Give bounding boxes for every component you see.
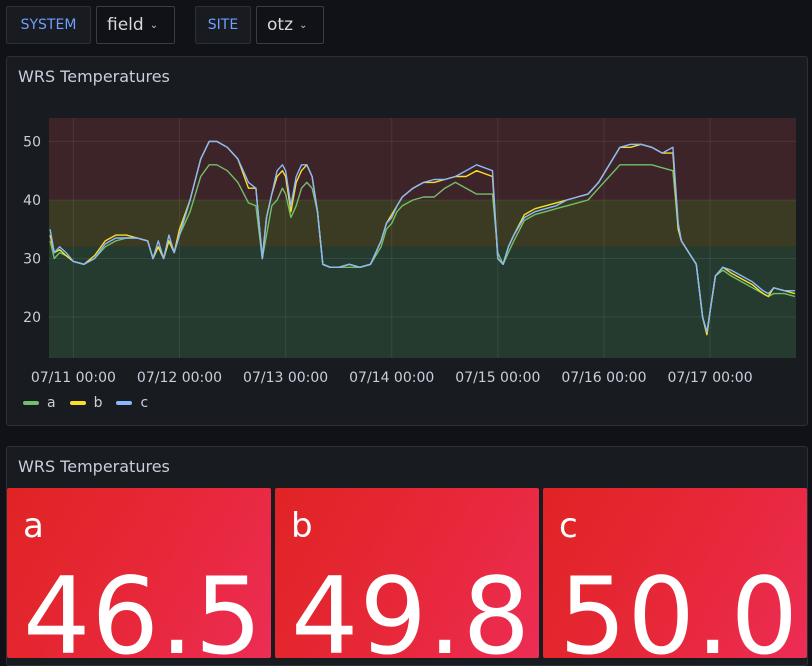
site-variable-value: otz (267, 15, 293, 35)
y-tick-label: 30 (23, 251, 41, 267)
legend-item-a[interactable]: a (23, 395, 56, 411)
stat-value: 50.0 (559, 555, 800, 658)
legend-label-b: b (93, 395, 103, 411)
stat-value: 46.5 (23, 555, 264, 658)
stat-value: 49.8 (291, 555, 532, 658)
temperature-chart[interactable]: 20 30 40 50 07/11 00:00 07/12 00:00 07/13 00:0… (7, 57, 807, 386)
stat-tile-a: a 46.5 (7, 488, 271, 658)
chevron-down-icon: ⌄ (299, 19, 308, 31)
x-tick-label: 07/12 00:00 (137, 370, 222, 386)
legend-swatch-c (116, 401, 133, 405)
threshold-band-green (49, 246, 796, 358)
site-variable-select[interactable]: otz ⌄ (256, 6, 324, 44)
x-tick-label: 07/17 00:00 (667, 370, 752, 386)
stat-name: c (559, 506, 578, 546)
threshold-band-red (49, 118, 796, 200)
y-tick-label: 40 (23, 193, 41, 209)
stat-tile-c: c 50.0 (543, 488, 807, 658)
legend-swatch-a (23, 401, 39, 405)
legend-swatch-b (69, 401, 86, 405)
chart-legend: a b c (23, 395, 148, 411)
panel-title[interactable]: WRS Temperatures (18, 457, 170, 476)
site-variable-label: SITE (195, 6, 251, 44)
system-variable-value: field (107, 15, 144, 35)
stat-name: a (23, 506, 44, 546)
legend-label-c: c (140, 395, 149, 411)
legend-item-b[interactable]: b (69, 395, 103, 411)
threshold-band-yellow (49, 199, 796, 247)
y-tick-label: 20 (23, 310, 41, 326)
system-variable-select[interactable]: field ⌄ (96, 6, 175, 44)
y-tick-label: 50 (23, 134, 41, 150)
x-tick-label: 07/11 00:00 (31, 370, 116, 386)
x-tick-label: 07/16 00:00 (561, 370, 646, 386)
stat-tile-b: b 49.8 (275, 488, 539, 658)
x-tick-label: 07/15 00:00 (455, 370, 540, 386)
x-tick-label: 07/14 00:00 (349, 370, 434, 386)
system-variable-label: SYSTEM (6, 6, 91, 44)
chevron-down-icon: ⌄ (149, 19, 159, 31)
legend-item-c[interactable]: c (116, 395, 148, 411)
timeseries-panel: WRS Temperatures 20 30 40 50 07/11 00:00 07/1… (6, 56, 808, 426)
stat-name: b (291, 506, 313, 546)
legend-label-a: a (47, 395, 56, 411)
x-tick-label: 07/13 00:00 (243, 370, 328, 386)
